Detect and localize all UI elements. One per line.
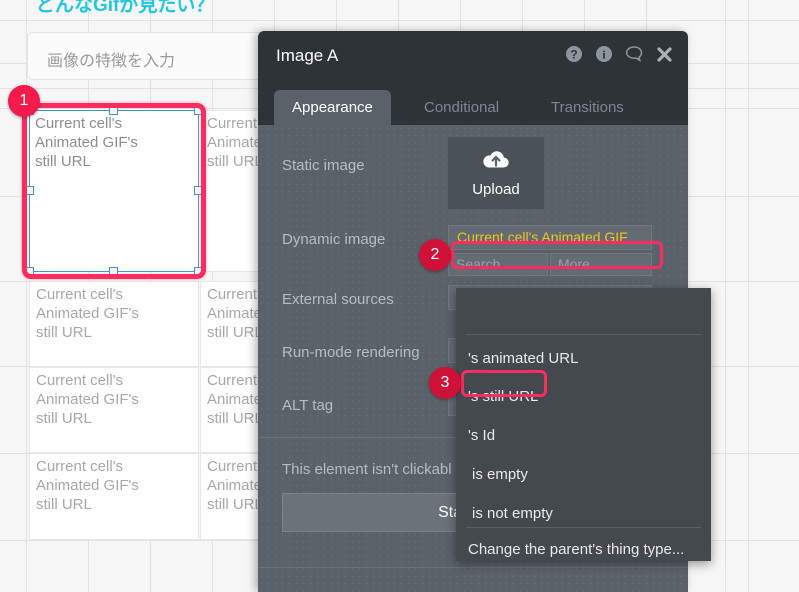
annotation-highlight-dynamic-image xyxy=(451,241,663,269)
annotation-badge-2: 2 xyxy=(419,239,451,271)
dropdown-separator-top xyxy=(466,334,701,335)
dialog-header: Image A ? i xyxy=(258,31,688,84)
upload-button-label: Upload xyxy=(472,180,520,198)
search-input[interactable]: 画像の特徴を入力 xyxy=(27,32,287,80)
dialog-header-actions: ? i xyxy=(565,45,673,63)
upload-button[interactable]: Upload xyxy=(448,137,544,209)
help-icon[interactable]: ? xyxy=(565,45,583,63)
menu-item-id[interactable]: 's Id xyxy=(456,418,711,452)
menu-item-change-parent-thing-type[interactable]: Change the parent's thing type... xyxy=(456,532,711,566)
search-input-placeholder: 画像の特徴を入力 xyxy=(47,53,176,70)
list-item-label: Current cell's Animated GIF's still URL xyxy=(36,372,139,427)
dialog-title: Image A xyxy=(276,46,339,65)
list-item[interactable]: Current cell's Animated GIF's still URL xyxy=(29,453,199,540)
annotation-highlight-still-url xyxy=(461,370,547,397)
annotation-badge-1: 1 xyxy=(8,85,40,117)
comment-icon[interactable] xyxy=(625,45,644,63)
dialog-tabs: Appearance Conditional Transitions xyxy=(258,84,688,125)
section-divider-bottom xyxy=(258,567,688,568)
list-item[interactable]: Current cell's Animated GIF's still URL xyxy=(29,367,199,453)
annotation-badge-3: 3 xyxy=(429,367,461,399)
tab-conditional[interactable]: Conditional xyxy=(406,90,517,125)
annotation-highlight-element xyxy=(22,103,206,279)
list-item-label: Current cell's Animated GIF's still URL xyxy=(36,458,139,513)
dynamic-image-label: Dynamic image xyxy=(282,231,386,248)
cloud-upload-icon xyxy=(481,149,511,176)
list-item[interactable]: Current cell's Animated GIF's still URL xyxy=(29,281,199,367)
static-image-label: Static image xyxy=(282,157,365,174)
run-mode-rendering-label: Run-mode rendering xyxy=(282,344,420,361)
expression-dropdown-menu: 's animated URL 's still URL 's Id is em… xyxy=(456,288,711,561)
external-sources-label: External sources xyxy=(282,291,394,308)
alt-tag-label: ALT tag xyxy=(282,397,334,414)
menu-item-is-empty[interactable]: is empty xyxy=(456,457,711,491)
dropdown-separator-bottom xyxy=(466,527,701,528)
page-title: どんなGifが見たい？ xyxy=(36,0,215,16)
screenshot-root: どんなGifが見たい？ 画像の特徴を入力 Current cell's Anim… xyxy=(0,0,799,592)
tab-appearance[interactable]: Appearance xyxy=(274,90,391,125)
tab-transitions[interactable]: Transitions xyxy=(533,90,642,125)
info-icon[interactable]: i xyxy=(595,45,613,63)
clickable-notice: This element isn't clickabl xyxy=(282,461,452,478)
svg-text:?: ? xyxy=(570,48,577,62)
close-icon[interactable] xyxy=(656,46,673,63)
list-item-label: Current cell's Animated GIF's still URL xyxy=(36,286,139,341)
menu-item-is-not-empty[interactable]: is not empty xyxy=(456,496,711,530)
